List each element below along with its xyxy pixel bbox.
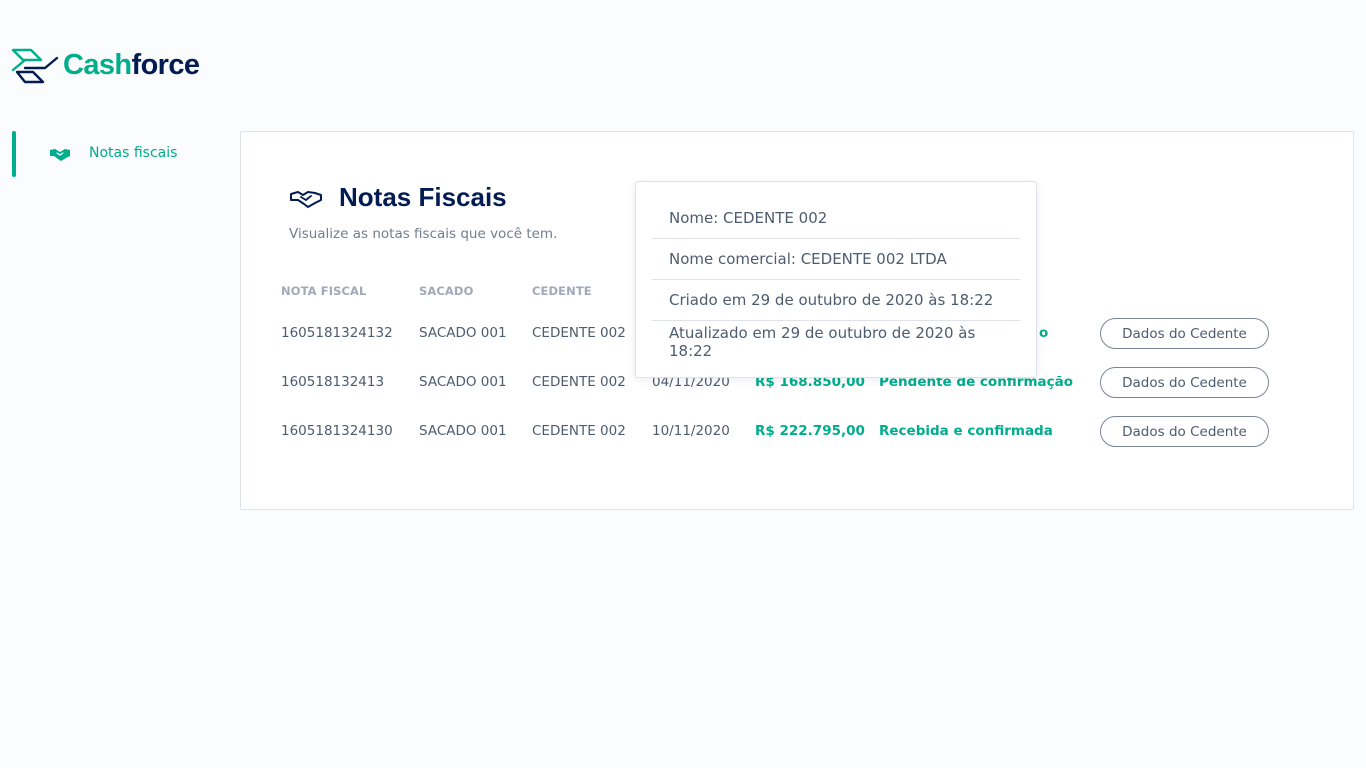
active-indicator	[12, 131, 16, 177]
column-header-cedente: CEDENTE	[532, 284, 592, 298]
cell-sacado: SACADO 001	[419, 423, 507, 439]
dados-do-cedente-button[interactable]: Dados do Cedente	[1100, 318, 1269, 349]
page-subtitle: Visualize as notas fiscais que você tem.	[289, 226, 558, 242]
cell-cedente: CEDENTE 002	[532, 325, 626, 341]
cell-status: o	[1039, 325, 1049, 341]
cell-cedente: CEDENTE 002	[532, 423, 626, 439]
cell-sacado: SACADO 001	[419, 374, 507, 390]
popover-atualizado: Atualizado em 29 de outubro de 2020 às 1…	[669, 323, 976, 360]
popover-nome-comercial: Nome comercial: CEDENTE 002 LTDA	[652, 239, 1020, 280]
cashforce-logo-icon	[11, 48, 59, 84]
brand-logo[interactable]: Cashforce	[11, 46, 201, 84]
sidebar: Notas fiscais	[0, 131, 230, 177]
sidebar-item-label: Notas fiscais	[89, 145, 178, 161]
handshake-icon	[290, 190, 322, 208]
sidebar-item-notas-fiscais[interactable]: Notas fiscais	[0, 131, 230, 177]
brand-name-part1: Cash	[63, 48, 132, 81]
page-header: Notas Fiscais	[289, 182, 507, 213]
column-header-sacado: SACADO	[419, 284, 474, 298]
brand-name-part2: force	[131, 48, 201, 81]
cell-valor: R$ 222.795,00	[755, 423, 865, 439]
handshake-icon	[50, 149, 70, 161]
cell-status: Recebida e confirmada	[879, 423, 1053, 439]
cell-sacado: SACADO 001	[419, 325, 507, 341]
cell-nota-fiscal: 160518132413	[281, 374, 385, 390]
column-header-nota-fiscal: NOTA FISCAL	[281, 284, 367, 298]
brand-name: Cashforce	[63, 48, 201, 82]
cell-cedente: CEDENTE 002	[532, 374, 626, 390]
popover-nome: Nome: CEDENTE 002	[652, 198, 1020, 239]
page-title: Notas Fiscais	[339, 182, 507, 212]
dados-do-cedente-button[interactable]: Dados do Cedente	[1100, 367, 1269, 398]
cell-data: 10/11/2020	[652, 423, 730, 439]
cedente-details-popover: Nome: CEDENTE 002 Nome comercial: CEDENT…	[635, 181, 1037, 378]
dados-do-cedente-button[interactable]: Dados do Cedente	[1100, 416, 1269, 447]
popover-criado: Criado em 29 de outubro de 2020 às 18:22	[652, 280, 1020, 321]
cell-nota-fiscal: 1605181324130	[281, 423, 393, 439]
cell-nota-fiscal: 1605181324132	[281, 325, 393, 341]
